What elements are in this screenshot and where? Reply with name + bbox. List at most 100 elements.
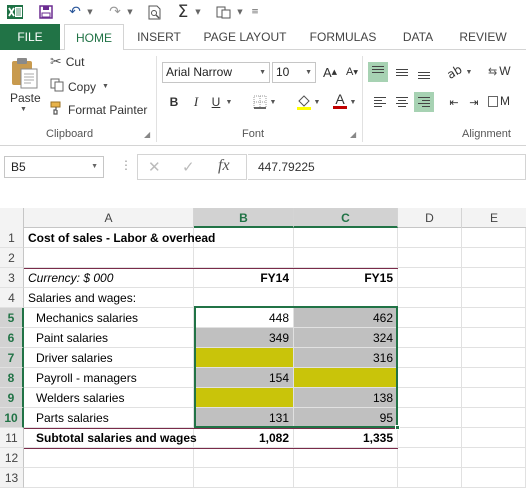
autosum-dropdown-icon[interactable]: ▼ <box>194 2 202 22</box>
row-header[interactable]: 3 <box>0 268 24 288</box>
cell-e[interactable] <box>462 308 526 328</box>
align-center-button[interactable] <box>392 92 412 112</box>
cell-c[interactable] <box>294 448 398 468</box>
cell-a[interactable]: Welders salaries <box>24 388 194 408</box>
cell-c[interactable] <box>294 468 398 488</box>
cell-d[interactable] <box>398 328 462 348</box>
paste-special-dropdown-icon[interactable]: ▼ <box>236 2 244 22</box>
row-header[interactable]: 4 <box>0 288 24 308</box>
copy-button[interactable]: Copy ▼ <box>50 78 109 95</box>
cell-c[interactable]: 1,335 <box>294 428 398 448</box>
autosum-icon[interactable]: Σ <box>174 2 192 22</box>
bottom-align-button[interactable] <box>414 62 434 82</box>
cell-c[interactable] <box>294 248 398 268</box>
tab-home[interactable]: HOME <box>64 24 124 51</box>
cell-b[interactable]: 131 <box>194 408 294 428</box>
cell-a[interactable]: Paint salaries <box>24 328 194 348</box>
cell-a[interactable]: Cost of sales - Labor & overhead <box>24 228 215 248</box>
cell-d[interactable] <box>398 468 462 488</box>
row-header[interactable]: 10 <box>0 408 24 428</box>
tab-data[interactable]: DATA <box>394 24 442 50</box>
font-size-select[interactable]: 10 ▼ <box>272 62 316 83</box>
cell-d[interactable] <box>398 448 462 468</box>
cell-d[interactable] <box>398 308 462 328</box>
tab-formulas[interactable]: FORMULAS <box>304 24 382 50</box>
cell-e[interactable] <box>462 468 526 488</box>
cell-b[interactable]: 1,082 <box>194 428 294 448</box>
cell-c[interactable]: 324 <box>294 328 398 348</box>
cell-c[interactable]: FY15 <box>294 268 398 288</box>
undo-dropdown-icon[interactable]: ▼ <box>86 2 94 22</box>
borders-dropdown-icon[interactable]: ▼ <box>268 92 278 112</box>
paste-button[interactable]: Paste <box>10 91 41 105</box>
cell-d[interactable] <box>398 228 462 248</box>
cell-b[interactable]: 448 <box>194 308 294 328</box>
row-header[interactable]: 8 <box>0 368 24 388</box>
clipboard-launcher-icon[interactable]: ◢ <box>144 130 150 139</box>
cell-c[interactable]: 316 <box>294 348 398 368</box>
cell-a[interactable] <box>24 248 194 268</box>
cell-d[interactable] <box>398 348 462 368</box>
decrease-indent-icon[interactable]: ⇤ <box>444 92 464 112</box>
cell-e[interactable] <box>462 448 526 468</box>
column-header-c[interactable]: C <box>294 208 398 228</box>
cell-b[interactable] <box>194 288 294 308</box>
bold-button[interactable]: B <box>164 92 184 112</box>
cell-d[interactable] <box>398 268 462 288</box>
underline-button[interactable]: U <box>206 92 226 112</box>
enter-icon[interactable]: ✓ <box>182 158 195 176</box>
cell-a[interactable]: Salaries and wages: <box>24 288 194 308</box>
cell-b[interactable] <box>194 228 294 248</box>
name-box[interactable]: B5 ▼ <box>4 156 104 178</box>
borders-icon[interactable] <box>250 92 270 112</box>
cell-c[interactable] <box>294 368 398 388</box>
cell-c[interactable] <box>294 288 398 308</box>
fill-color-icon[interactable] <box>294 92 314 112</box>
column-header-a[interactable]: A <box>24 208 194 228</box>
print-preview-icon[interactable] <box>146 2 164 22</box>
cell-d[interactable] <box>398 388 462 408</box>
wrap-text-button[interactable]: ⇆ W <box>488 64 511 78</box>
format-painter-button[interactable]: Format Painter <box>50 101 147 118</box>
cell-d[interactable] <box>398 428 462 448</box>
cell-b[interactable] <box>194 248 294 268</box>
cell-e[interactable] <box>462 348 526 368</box>
fill-color-dropdown-icon[interactable]: ▼ <box>312 92 322 112</box>
font-launcher-icon[interactable]: ◢ <box>350 130 356 139</box>
cell-d[interactable] <box>398 408 462 428</box>
formula-bar-grip-icon[interactable]: ⋮ <box>120 158 132 172</box>
row-header[interactable]: 13 <box>0 468 24 488</box>
align-right-button[interactable] <box>414 92 434 112</box>
cell-a[interactable]: Subtotal salaries and wages <box>24 428 197 448</box>
tab-file[interactable]: FILE <box>0 24 60 50</box>
row-header[interactable]: 1 <box>0 228 24 248</box>
cell-d[interactable] <box>398 368 462 388</box>
cell-e[interactable] <box>462 428 526 448</box>
row-header[interactable]: 12 <box>0 448 24 468</box>
insert-function-icon[interactable]: fx <box>218 157 230 175</box>
increase-indent-icon[interactable]: ⇥ <box>464 92 484 112</box>
cell-a[interactable]: Parts salaries <box>24 408 194 428</box>
cell-b[interactable] <box>194 348 294 368</box>
cell-b[interactable]: 154 <box>194 368 294 388</box>
cell-c[interactable] <box>294 228 398 248</box>
cell-a[interactable]: Mechanics salaries <box>24 308 194 328</box>
redo-icon[interactable]: ↷ <box>106 2 124 22</box>
middle-align-button[interactable] <box>392 62 412 82</box>
font-color-button[interactable]: A <box>330 90 350 110</box>
cut-button[interactable]: ✂ Cut <box>50 54 84 70</box>
align-left-button[interactable] <box>370 92 390 112</box>
column-header-d[interactable]: D <box>398 208 462 228</box>
row-header[interactable]: 6 <box>0 328 24 348</box>
cell-e[interactable] <box>462 408 526 428</box>
cell-a[interactable]: Driver salaries <box>24 348 194 368</box>
cell-e[interactable] <box>462 248 526 268</box>
cell-c[interactable]: 95 <box>294 408 398 428</box>
cell-b[interactable] <box>194 388 294 408</box>
cell-d[interactable] <box>398 288 462 308</box>
paste-icon[interactable] <box>8 56 40 90</box>
cell-e[interactable] <box>462 268 526 288</box>
column-header-e[interactable]: E <box>462 208 526 228</box>
redo-dropdown-icon[interactable]: ▼ <box>126 2 134 22</box>
cell-a[interactable]: Payroll - managers <box>24 368 194 388</box>
